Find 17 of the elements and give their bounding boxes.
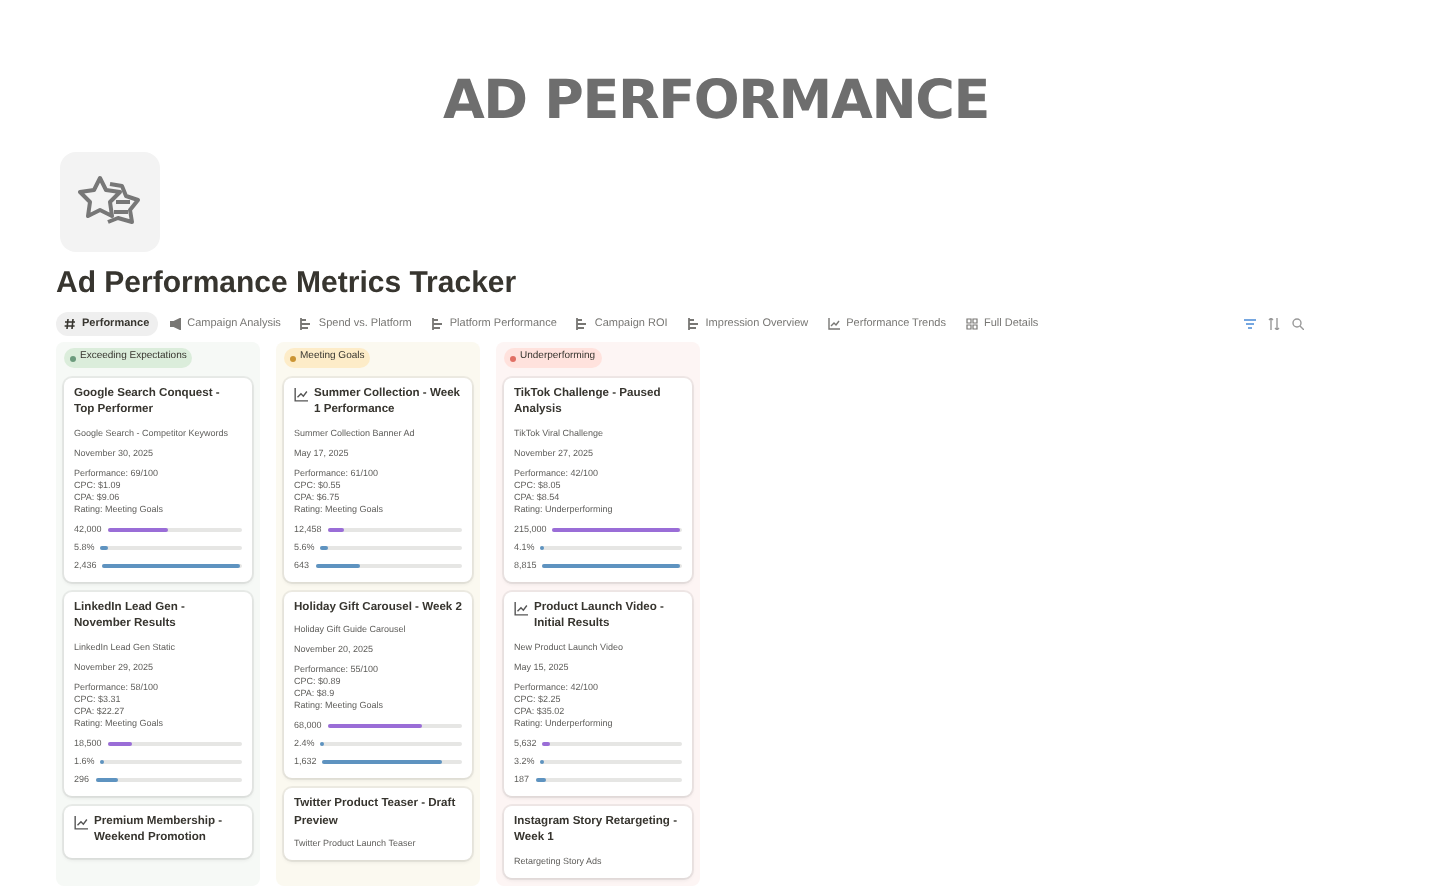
bar-chart-icon bbox=[576, 318, 589, 331]
trend-chart-icon bbox=[74, 815, 88, 830]
bar-chart-icon bbox=[300, 318, 313, 331]
hash-icon bbox=[64, 318, 76, 331]
bar-chart-icon bbox=[687, 318, 700, 331]
megaphone-icon bbox=[169, 318, 182, 331]
filter-icon[interactable] bbox=[1244, 318, 1256, 331]
trend-chart-icon bbox=[828, 318, 841, 331]
grid-icon bbox=[965, 318, 978, 331]
trend-chart-icon bbox=[514, 601, 528, 616]
bar-chart-icon bbox=[431, 318, 444, 331]
page-icon bbox=[60, 151, 160, 251]
trend-chart-icon bbox=[294, 387, 308, 402]
sort-icon[interactable] bbox=[1268, 318, 1280, 331]
banner-heading: AD PERFORMANCE bbox=[442, 68, 990, 136]
page-title: Ad Performance Metrics Tracker bbox=[56, 263, 519, 303]
search-icon[interactable] bbox=[1292, 318, 1304, 331]
